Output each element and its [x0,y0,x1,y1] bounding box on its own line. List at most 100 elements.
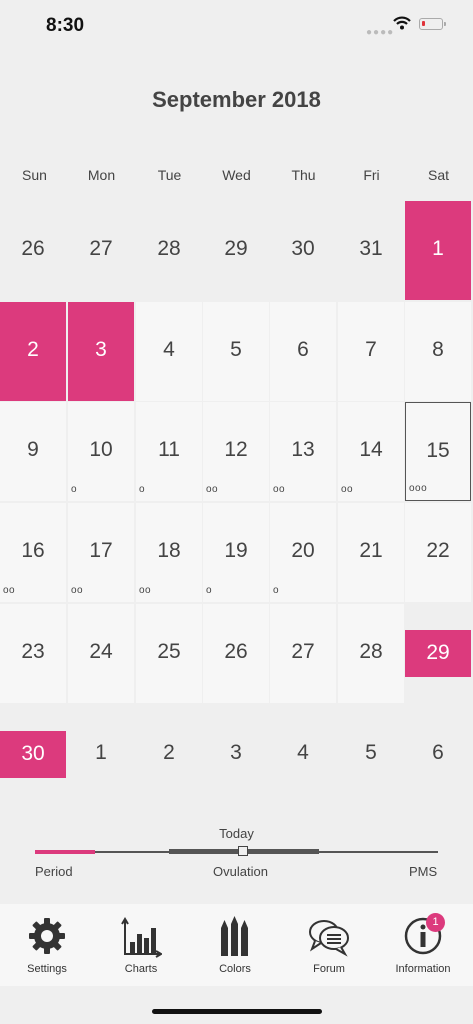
day-number: 18 [157,539,181,562]
calendar-day[interactable]: 16 oo [0,503,66,602]
calendar-day: 30 [270,201,336,300]
tab-label: Charts [124,963,158,975]
calendar-day: 29 [203,201,269,300]
tab-bar: Settings Charts Colors Forum Information [0,904,473,986]
day-number: 27 [89,237,113,260]
tab-settings[interactable]: Settings [0,904,94,986]
calendar-day[interactable]: 7 [338,302,404,401]
calendar-day[interactable]: 18 oo [136,503,202,602]
calendar-day: 31 [338,201,404,300]
day-number: 8 [432,338,444,361]
day-number: 26 [224,640,248,663]
weekday-label: Thu [291,167,316,183]
day-number: 3 [230,741,242,764]
calendar-day[interactable]: 26 [203,604,269,703]
signal-icon: ●●●● [366,27,395,38]
fertility-dots: o [206,585,213,596]
tab-colors[interactable]: Colors [188,904,282,986]
calendar-day[interactable]: 27 [270,604,336,703]
calendar-grid: 26 27 28 29 30 31 1 2 3 4 5 6 7 8 9 10 o 11 o 12 oo 13 oo 14 oo 1… [0,201,473,805]
fertility-dots: o [71,484,78,495]
pencils-icon [221,916,248,956]
calendar-day[interactable]: 12 oo [203,402,269,501]
day-number: 14 [359,438,383,461]
day-number: 10 [89,438,113,461]
calendar-day[interactable]: 8 [405,302,471,401]
home-indicator[interactable] [152,1009,322,1014]
tab-charts[interactable]: Charts [94,904,188,986]
day-number: 16 [21,539,45,562]
month-title: September 2018 [152,87,321,112]
day-number: 11 [158,438,180,461]
day-number: 2 [27,338,39,361]
day-number: 30 [21,742,45,765]
weekday-label: Tue [157,167,182,183]
calendar-day[interactable]: 6 [270,302,336,401]
calendar-day: 5 [338,705,404,804]
fertility-dots: oo [206,484,219,495]
day-number: 29 [426,641,450,664]
calendar-day[interactable]: 19 o [203,503,269,602]
calendar-day: 4 [270,705,336,804]
calendar-day[interactable]: 29 [405,604,471,703]
period-band: 30 [0,731,66,778]
day-number: 7 [365,338,377,361]
day-number: 6 [297,338,309,361]
calendar-day[interactable]: 5 [203,302,269,401]
fertility-dots: oo [3,585,16,596]
calendar-day[interactable]: 30 [0,705,66,804]
fertility-dots: oo [273,484,286,495]
fertility-dots: o [273,585,280,596]
day-number: 4 [297,741,309,764]
calendar-day[interactable]: 20 o [270,503,336,602]
calendar-day[interactable]: 1 [405,201,471,300]
weekday-label: Sun [22,167,47,183]
day-number: 2 [163,741,175,764]
day-number: 5 [365,741,377,764]
day-number: 4 [163,338,175,361]
calendar-day[interactable]: 10 o [68,402,134,501]
tab-forum[interactable]: Forum [282,904,376,986]
day-number: 27 [291,640,315,663]
calendar-day: 1 [68,705,134,804]
day-number: 15 [426,439,450,462]
day-number: 20 [291,539,315,562]
calendar-day[interactable]: 22 [405,503,471,602]
calendar-day: 2 [136,705,202,804]
calendar-day[interactable]: 23 [0,604,66,703]
day-number: 19 [224,539,248,562]
day-number: 13 [291,438,315,461]
day-number: 17 [89,539,113,562]
calendar-day[interactable]: 14 oo [338,402,404,501]
tab-information[interactable]: Information [376,904,470,986]
calendar-day[interactable]: 21 [338,503,404,602]
pms-label: PMS [409,864,438,879]
calendar-day[interactable]: 13 oo [270,402,336,501]
calendar-day[interactable]: 11 o [136,402,202,501]
calendar-day[interactable]: 3 [68,302,134,401]
calendar-day[interactable]: 17 oo [68,503,134,602]
calendar-day[interactable]: 28 [338,604,404,703]
day-number: 28 [359,640,383,663]
fertility-dots: o [139,484,146,495]
battery-icon [419,18,446,30]
calendar-day[interactable]: 24 [68,604,134,703]
day-number: 1 [432,237,444,260]
day-number: 9 [27,438,39,461]
fertility-dots: oo [71,585,84,596]
fertility-dots: ooo [409,483,428,494]
tab-label: Colors [219,963,251,975]
calendar-day[interactable]: 2 [0,302,66,401]
calendar-day[interactable]: 15 ooo [405,402,471,501]
calendar-day[interactable]: 4 [136,302,202,401]
day-number: 26 [21,237,45,260]
day-number: 3 [95,338,107,361]
notification-badge: 1 [426,913,445,932]
calendar-day[interactable]: 25 [136,604,202,703]
day-number: 21 [359,539,383,562]
timeline-period-segment [35,850,95,854]
fertility-dots: oo [139,585,152,596]
calendar-day[interactable]: 9 [0,402,66,501]
calendar-day: 6 [405,705,471,804]
day-number: 12 [224,438,248,461]
